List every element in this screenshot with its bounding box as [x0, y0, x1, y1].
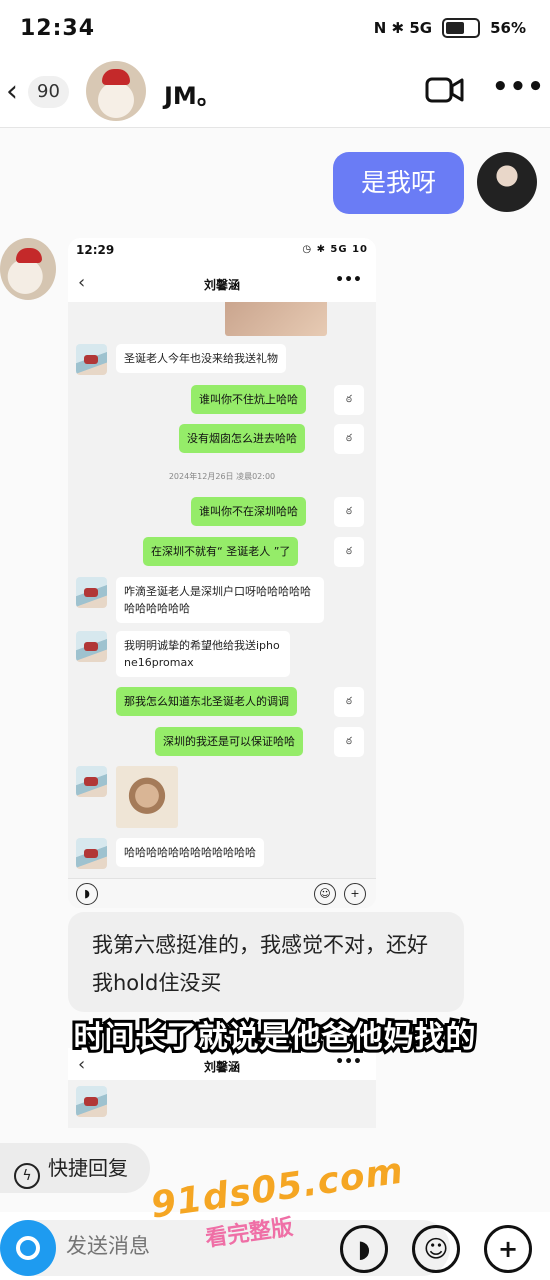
inner-chat-header: ‹ 刘馨涵 •••: [68, 266, 376, 302]
more-options-icon[interactable]: •••: [492, 72, 544, 102]
inner-dog-photo: [116, 766, 178, 828]
inner-plus-icon: +: [344, 883, 366, 905]
inner-status-bar: 12:29 ◷ ✱ 5G 10: [68, 238, 376, 266]
peer-avatar[interactable]: [0, 238, 56, 300]
inner2-peer-avatar: [76, 1086, 107, 1117]
video-subtitle: 时间长了就说是他爸他妈找的: [71, 1017, 479, 1058]
shared-screenshot-image[interactable]: 12:29 ◷ ✱ 5G 10 ‹ 刘馨涵 ••• 圣诞老人今年也没来给我送礼物…: [68, 238, 376, 908]
status-icons: N ✱ 5G 56%: [374, 18, 526, 38]
voice-icon[interactable]: ◗: [340, 1225, 388, 1273]
inner-read-mark: ఠ: [334, 687, 364, 717]
unread-count-badge[interactable]: 90: [28, 76, 69, 108]
back-button[interactable]: ‹: [6, 73, 30, 113]
inner-peer-avatar: [76, 577, 107, 608]
inner-read-mark: ఠ: [334, 727, 364, 757]
inner-timestamp: 2024年12月26日 凌晨02:00: [168, 472, 276, 481]
plus-icon[interactable]: +: [484, 1225, 532, 1273]
inner-photo-partial: [225, 302, 327, 336]
inner-sent-message: 深圳的我还是可以保证哈哈: [155, 727, 303, 756]
inner2-chat-title: 刘馨涵: [203, 1060, 240, 1074]
chat-header: ‹ 90 JM。 •••: [0, 60, 550, 128]
inner-chat-title: 刘馨涵: [203, 278, 240, 292]
lightning-icon: ϟ: [14, 1163, 40, 1189]
inner-read-mark: ఠ: [334, 497, 364, 527]
sent-message-bubble[interactable]: 是我呀: [333, 152, 464, 214]
inner-peer-avatar: [76, 631, 107, 662]
inner-sent-message: 谁叫你不在深圳哈哈: [191, 497, 306, 526]
inner-received-message: 圣诞老人今年也没来给我送礼物: [116, 344, 286, 373]
battery-level: 56%: [490, 19, 526, 37]
inner-read-mark: ఠ: [334, 424, 364, 454]
camera-icon[interactable]: [0, 1220, 56, 1276]
inner-status-icons: ◷ ✱ 5G 10: [302, 244, 368, 255]
inner-peer-avatar: [76, 344, 107, 375]
signal-icons: N ✱ 5G: [373, 19, 433, 37]
my-avatar[interactable]: [477, 152, 537, 212]
shared-screenshot-image-2[interactable]: ‹ 刘馨涵 •••: [68, 1048, 376, 1128]
inner-received-message: 哈哈哈哈哈哈哈哈哈哈哈哈: [116, 838, 264, 867]
quick-reply-button[interactable]: ϟ 快捷回复: [0, 1143, 150, 1193]
inner-read-mark: ఠ: [334, 537, 364, 567]
inner-sent-message: 谁叫你不住炕上哈哈: [191, 385, 306, 414]
inner-received-message: 咋滴圣诞老人是深圳户口呀哈哈哈哈哈哈哈哈哈哈哈: [116, 577, 324, 623]
inner-peer-avatar: [76, 766, 107, 797]
quick-reply-label: 快捷回复: [48, 1156, 128, 1180]
status-bar: 12:34 N ✱ 5G 56%: [0, 0, 550, 60]
emoji-icon[interactable]: ☺: [412, 1225, 460, 1273]
inner-read-mark: ఠ: [334, 385, 364, 415]
video-call-icon[interactable]: [425, 76, 465, 104]
inner-sent-message: 在深圳不就有“ 圣诞老人 ”了: [143, 537, 299, 566]
inner-sent-message: 那我怎么知道东北圣诞老人的调调: [116, 687, 297, 716]
inner-status-time: 12:29: [76, 243, 115, 257]
inner-emoji-icon: ☺: [314, 883, 336, 905]
status-time: 12:34: [20, 16, 96, 41]
inner-peer-avatar: [76, 838, 107, 869]
inner-more-icon: •••: [335, 272, 362, 288]
inner-received-message: 我明明诚挚的希望他给我送iphone16promax: [116, 631, 290, 677]
contact-avatar[interactable]: [86, 61, 146, 121]
inner-voice-icon: ◗: [76, 883, 98, 905]
battery-icon: [442, 18, 481, 38]
inner2-more-icon: •••: [335, 1054, 362, 1070]
inner-sent-message: 没有烟囱怎么进去哈哈: [179, 424, 305, 453]
inner-input-bar: ◗ ☺ +: [68, 878, 376, 908]
received-message-bubble[interactable]: 我第六感挺准的，我感觉不对，还好我hold住没买: [68, 912, 464, 1012]
contact-name[interactable]: JM。: [164, 76, 221, 111]
